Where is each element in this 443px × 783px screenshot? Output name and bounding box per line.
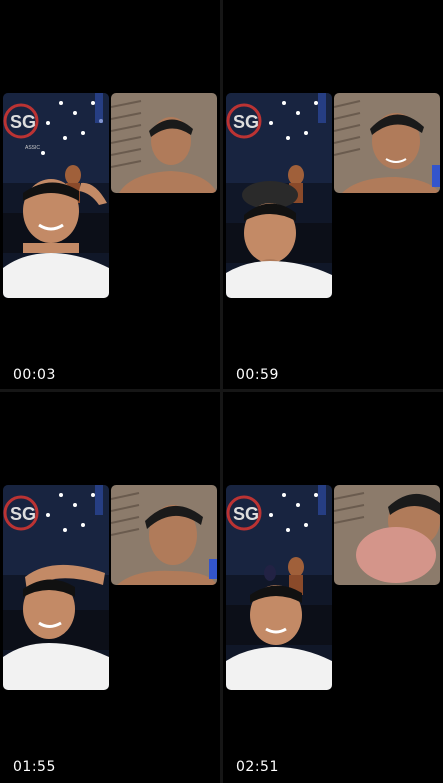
svg-text:SG: SG <box>10 112 36 132</box>
svg-text:SG: SG <box>10 504 36 524</box>
remote-participant-image <box>334 93 440 193</box>
remote-video-tile[interactable] <box>111 485 217 585</box>
svg-text:SG: SG <box>233 112 259 132</box>
remote-participant-image <box>111 485 217 585</box>
video-call-frame-1: SG ASSIC 00:03 <box>0 0 220 389</box>
stage-scene-image: SG <box>226 93 332 298</box>
call-timestamp: 02:51 <box>236 759 279 775</box>
remote-video-tile[interactable] <box>111 93 217 193</box>
stage-scene-image: SG ASSIC <box>3 93 109 298</box>
video-call-frame-3: SG 01:55 <box>0 392 220 781</box>
stage-logo-text: ASSIC <box>25 145 40 151</box>
video-call-frame-2: SG 00:59 <box>223 0 443 389</box>
stage-scene-image: SG <box>3 485 109 690</box>
local-video-tile[interactable]: SG ASSIC <box>3 93 109 298</box>
video-call-frame-4: SG 02:51 <box>223 392 443 781</box>
local-video-tile[interactable]: SG <box>226 485 332 690</box>
remote-video-tile[interactable] <box>334 485 440 585</box>
remote-participant-image <box>334 485 440 585</box>
call-timestamp: 01:55 <box>13 759 56 775</box>
call-timestamp: 00:03 <box>13 367 56 383</box>
local-video-tile[interactable]: SG <box>226 93 332 298</box>
stage-scene-image: SG <box>226 485 332 690</box>
remote-participant-image <box>111 93 217 193</box>
remote-video-tile[interactable] <box>334 93 440 193</box>
local-video-tile[interactable]: SG <box>3 485 109 690</box>
svg-text:SG: SG <box>233 504 259 524</box>
call-timestamp: 00:59 <box>236 367 279 383</box>
